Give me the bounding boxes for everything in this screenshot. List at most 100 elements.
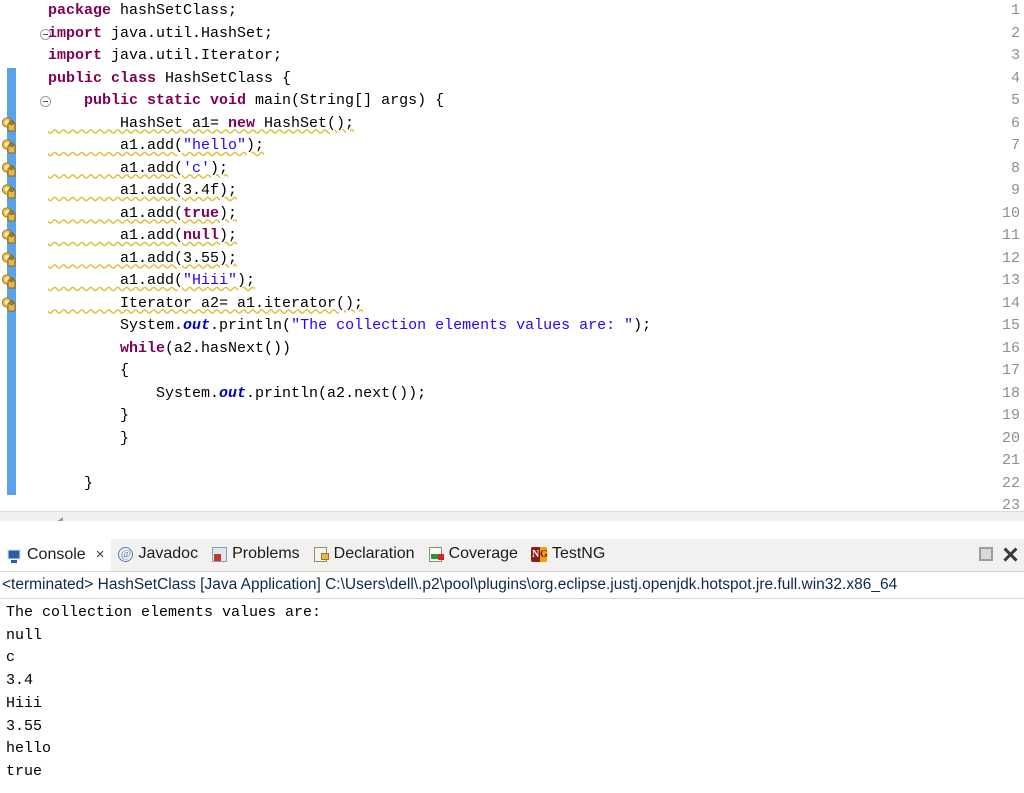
javadoc-icon: @ [117, 546, 134, 563]
code-line[interactable]: 8 a1.add('c'); [0, 158, 1024, 181]
code-text[interactable]: System.out.println("The collection eleme… [48, 315, 651, 338]
line-number: 8 [1010, 159, 1020, 177]
code-line[interactable]: 16 while(a2.hasNext()) [0, 338, 1024, 361]
line-number: 21 [1001, 452, 1020, 469]
tab-label: Javadoc [138, 545, 199, 562]
coverage-icon [428, 546, 445, 563]
code-line[interactable]: 7 a1.add("hello"); [0, 135, 1024, 158]
line-number: 20 [1001, 429, 1020, 447]
tab-declaration[interactable]: Declaration [307, 538, 422, 570]
code-text[interactable]: a1.add(null); [48, 225, 237, 248]
line-number: 19 [1001, 407, 1020, 424]
tab-close-icon[interactable]: × [96, 539, 105, 571]
code-line[interactable]: 21 [0, 450, 1024, 473]
testng-icon: NG [530, 546, 548, 562]
code-text[interactable]: a1.add(true); [48, 203, 237, 226]
code-line[interactable]: 11 a1.add(null); [0, 225, 1024, 248]
maximize-icon[interactable] [979, 547, 993, 561]
line-number: 12 [1001, 249, 1020, 267]
code-text[interactable]: import java.util.HashSet; [48, 23, 273, 46]
view-toolbar[interactable] [979, 538, 1018, 570]
line-number: 14 [1001, 294, 1020, 312]
declaration-icon [313, 546, 330, 563]
line-number: 7 [1010, 137, 1020, 154]
code-text[interactable]: { [48, 360, 129, 383]
warning-icon[interactable] [1, 228, 17, 244]
console-icon [6, 547, 23, 564]
code-line[interactable]: 5 public static void main(String[] args)… [0, 90, 1024, 113]
warning-icon[interactable] [1, 161, 17, 177]
code-line[interactable]: 17 { [0, 360, 1024, 383]
code-line[interactable]: 22 } [0, 473, 1024, 496]
code-text[interactable]: } [48, 473, 93, 496]
code-line[interactable]: 1 package hashSetClass; [0, 0, 1024, 23]
warning-icon[interactable] [1, 273, 17, 289]
tab-testng[interactable]: N G TestNG [525, 538, 612, 570]
line-number: 22 [1001, 474, 1020, 492]
code-text[interactable]: } [48, 405, 129, 428]
code-text[interactable]: public class HashSetClass { [48, 68, 291, 91]
code-line[interactable]: 19 } [0, 405, 1024, 428]
line-number: 16 [1001, 339, 1020, 357]
warning-icon[interactable] [1, 116, 17, 132]
code-text[interactable]: a1.add(3.55); [48, 248, 237, 271]
code-text[interactable]: a1.add("Hiii"); [48, 270, 255, 293]
code-line[interactable]: 4 public class HashSetClass { [0, 68, 1024, 91]
line-number: 2 [1010, 24, 1020, 42]
code-line[interactable]: 15 System.out.println("The collection el… [0, 315, 1024, 338]
code-text[interactable]: a1.add("hello"); [48, 135, 264, 158]
code-text[interactable]: } [48, 428, 129, 451]
code-line[interactable]: 18 System.out.println(a2.next()); [0, 383, 1024, 406]
warning-icon[interactable] [1, 206, 17, 222]
code-line[interactable]: 20 } [0, 428, 1024, 451]
code-text[interactable]: System.out.println(a2.next()); [48, 383, 426, 406]
code-line[interactable]: 10 a1.add(true); [0, 203, 1024, 226]
warning-icon[interactable] [1, 296, 17, 312]
code-line[interactable]: 9 a1.add(3.4f); [0, 180, 1024, 203]
tab-console[interactable]: Console × [0, 538, 112, 571]
scroll-left-arrow-icon[interactable] [56, 517, 63, 521]
close-view-icon[interactable] [1003, 547, 1018, 562]
code-line[interactable]: 14 Iterator a2= a1.iterator(); [0, 293, 1024, 316]
code-text[interactable]: import java.util.Iterator; [48, 45, 282, 68]
tab-label: Console [27, 546, 86, 563]
line-number: 3 [1010, 47, 1020, 64]
line-number: 4 [1010, 69, 1020, 87]
source-code-area[interactable]: 1 package hashSetClass; 2 import java.util.… [0, 0, 1024, 514]
tab-problems[interactable]: Problems [205, 538, 307, 570]
code-line[interactable]: 13 a1.add("Hiii"); [0, 270, 1024, 293]
tab-label: Problems [232, 545, 300, 562]
code-text[interactable]: package hashSetClass; [48, 0, 237, 23]
tab-label: TestNG [551, 545, 606, 562]
tab-label: Coverage [448, 545, 518, 562]
line-number: 18 [1001, 384, 1020, 402]
warning-icon[interactable] [1, 183, 17, 199]
eclipse-ide-window: 1 package hashSetClass; 2 import java.util.… [0, 0, 1024, 793]
line-number: 17 [1001, 362, 1020, 379]
editor-viewport[interactable]: 1 package hashSetClass; 2 import java.util.… [0, 0, 1024, 514]
code-text[interactable]: a1.add('c'); [48, 158, 228, 181]
editor-horizontal-scrollbar[interactable] [0, 511, 1024, 521]
scrollbar-thumb[interactable] [52, 512, 1012, 521]
code-text[interactable]: public static void main(String[] args) { [48, 90, 444, 113]
line-number: 6 [1010, 114, 1020, 132]
tab-javadoc[interactable]: @ Javadoc [111, 538, 205, 570]
code-text[interactable]: a1.add(3.4f); [48, 180, 237, 203]
warning-icon[interactable] [1, 251, 17, 267]
tab-coverage[interactable]: Coverage [422, 538, 525, 570]
line-number: 15 [1001, 317, 1020, 334]
tab-label: Declaration [333, 545, 415, 562]
console-output[interactable]: The collection elements values are: null… [0, 599, 1024, 784]
code-text[interactable]: Iterator a2= a1.iterator(); [48, 293, 363, 316]
line-number: 13 [1001, 272, 1020, 289]
console-tab-bar[interactable]: Console × @ Javadoc Problems Declaration Cover… [0, 538, 1024, 572]
code-line[interactable]: 2 import java.util.HashSet; [0, 23, 1024, 46]
code-line[interactable]: 12 a1.add(3.55); [0, 248, 1024, 271]
problems-icon [211, 546, 228, 563]
code-line[interactable]: 3 import java.util.Iterator; [0, 45, 1024, 68]
code-text[interactable]: HashSet a1= new HashSet(); [48, 113, 354, 136]
java-editor[interactable]: 1 package hashSetClass; 2 import java.util.… [0, 0, 1024, 521]
code-text[interactable]: while(a2.hasNext()) [48, 338, 291, 361]
warning-icon[interactable] [1, 138, 17, 154]
code-line[interactable]: 6 HashSet a1= new HashSet(); [0, 113, 1024, 136]
